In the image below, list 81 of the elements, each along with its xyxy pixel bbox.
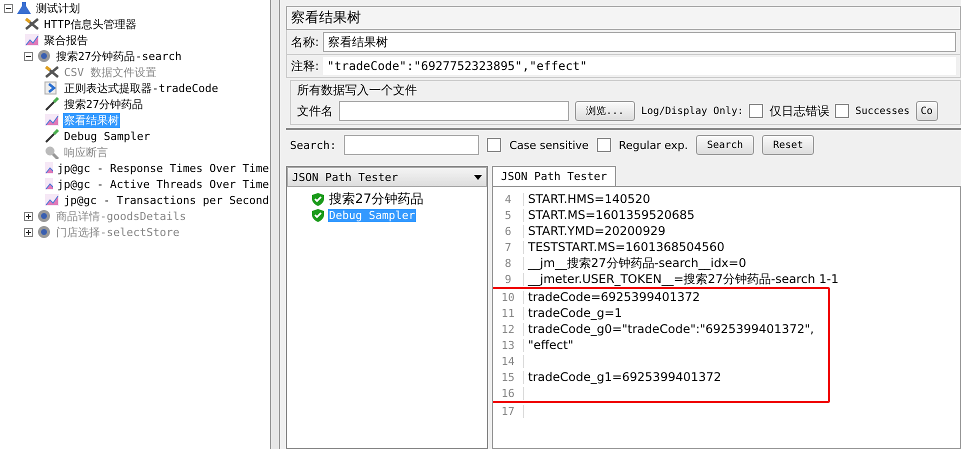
chart-icon [44,193,60,207]
field-label: 注释: [291,58,320,74]
name-field[interactable]: 察看结果树 [323,32,956,52]
code-line: "effect" [528,338,574,352]
line-number: 16 [493,386,524,400]
line-number: 9 [493,272,524,286]
flask-icon [16,1,32,15]
tree-item[interactable]: HTTP信息头管理器 [43,16,138,32]
tree-item[interactable]: jp@gc - Response Times Over Time [56,162,270,174]
search-button[interactable]: Search [696,135,754,155]
viewer-tab[interactable]: JSON Path Tester [492,166,616,186]
line-number: 12 [493,322,524,336]
code-line: tradeCode_g0="tradeCode":"6925399401372", [528,322,814,336]
dropdown-caret-icon [474,174,482,180]
chart-icon [44,177,54,191]
shield-check-icon [311,192,325,206]
code-line: tradeCode_g=1 [528,306,622,320]
collapse-toggle[interactable] [4,4,13,12]
line-number: 13 [493,338,524,352]
checkbox[interactable] [749,104,764,118]
splitter[interactable] [270,0,280,449]
field-label: Log/Display Only: [641,106,744,116]
checkbox-label: Regular exp. [618,138,688,152]
collapse-toggle[interactable] [24,52,33,60]
tree-item[interactable]: Debug Sampler [63,130,152,142]
gear-icon [36,209,52,223]
line-number: 5 [493,208,524,222]
checkbox-label: 仅日志错误 [769,102,830,120]
code-line: START.HMS=140520 [528,192,650,206]
line-number: 4 [493,192,524,206]
chart-icon [24,33,40,47]
gear-icon [36,225,52,239]
chart-icon [44,161,54,175]
line-number: 10 [493,290,524,304]
pipette-icon [44,97,60,111]
sample-item[interactable]: 搜索27分钟药品 [328,190,425,208]
renderer-dropdown[interactable]: JSON Path Tester [287,167,487,187]
code-line: __jm__搜索27分钟药品-search__idx=0 [528,254,746,272]
tools-icon [24,17,40,31]
magnifier-icon [44,145,60,159]
code-line: tradeCode_g1=6925399401372 [528,370,722,384]
group-title: 所有数据写入一个文件 [297,83,417,97]
code-line: START.YMD=20200929 [528,224,666,238]
tree-item[interactable]: 搜索27分钟药品-search [55,48,183,64]
checkbox-label: Case sensitive [509,138,589,152]
pipette-icon [44,129,60,143]
tree-item[interactable]: 测试计划 [35,0,81,16]
browse-button[interactable]: 浏览... [575,101,636,121]
code-line: tradeCode=6925399401372 [528,290,700,304]
tree-item[interactable]: 聚合报告 [43,32,89,48]
line-number: 6 [493,224,524,238]
code-line: __jmeter.USER_TOKEN__=搜索27分钟药品-search 1-1 [528,270,839,288]
search-label: Search: [290,138,336,152]
checkbox-label: Successes [855,106,910,116]
code-line: TESTSTART.MS=1601368504560 [528,240,725,254]
tree-item[interactable]: jp@gc - Transactions per Second [62,194,270,206]
checkbox[interactable] [596,138,611,152]
tools-icon [44,65,60,79]
line-number: 11 [493,306,524,320]
line-number: 14 [493,354,524,368]
reset-button[interactable]: Reset [762,135,814,155]
line-number: 8 [493,256,524,270]
shield-check-icon [311,208,325,222]
tree-item[interactable]: jp@gc - Active Threads Over Time [56,178,270,190]
field-label: 名称: [291,34,320,50]
line-number: 15 [493,370,524,384]
chart-icon [44,113,60,127]
configure-button[interactable]: Co [916,101,938,121]
line-number: 17 [493,404,524,418]
file-field[interactable] [339,101,569,121]
comment-field[interactable]: "tradeCode":"6927752323895","effect" [323,57,956,75]
tree-item[interactable]: 正则表达式提取器-tradeCode [63,80,220,96]
line-number: 7 [493,240,524,254]
gear-icon [36,49,52,63]
panel-title: 察看结果树 [286,6,961,30]
code-line: START.MS=1601359520685 [528,208,695,222]
checkbox[interactable] [835,104,850,118]
tree-item[interactable]: 搜索27分钟药品 [63,96,144,112]
field-label: 文件名 [297,102,333,120]
search-field[interactable] [344,135,480,155]
checkbox[interactable] [487,138,502,152]
